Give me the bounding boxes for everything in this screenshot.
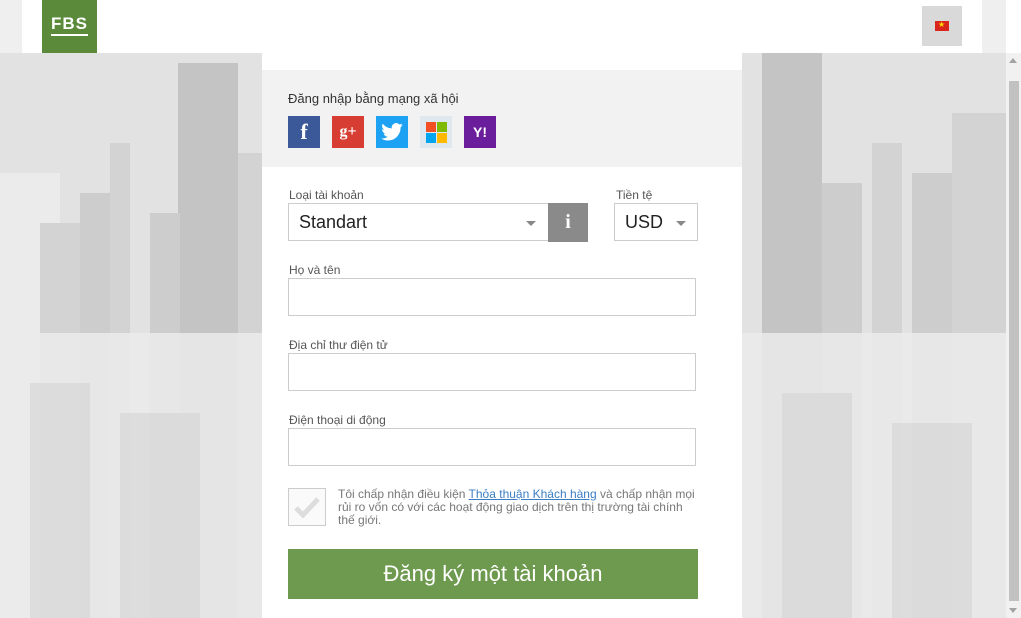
register-button[interactable]: Đăng ký một tài khoản <box>288 549 698 599</box>
phone-label: Điện thoại di động <box>289 413 386 427</box>
header-right-strip <box>982 0 1006 53</box>
social-login-section: Đăng nhập bằng mạng xã hội f g+ Y! <box>262 70 742 167</box>
google-plus-icon[interactable]: g+ <box>332 116 364 148</box>
info-icon: i <box>565 211 571 233</box>
phone-input[interactable] <box>288 428 696 466</box>
city-background-left <box>0 53 262 618</box>
account-info-button[interactable]: i <box>548 203 588 242</box>
terms-link[interactable]: Thỏa thuận Khách hàng <box>469 487 597 501</box>
twitter-bird-icon <box>381 123 403 141</box>
microsoft-icon[interactable] <box>420 116 452 148</box>
currency-value: USD <box>625 211 664 232</box>
yahoo-glyph: Y! <box>473 124 487 140</box>
scroll-down-arrow-icon[interactable] <box>1009 608 1017 613</box>
city-background-right <box>742 53 1006 618</box>
page-scrollbar[interactable] <box>1006 53 1021 618</box>
fullname-label: Họ và tên <box>289 263 341 277</box>
chevron-down-icon <box>526 221 536 226</box>
microsoft-logo-icon <box>425 121 447 143</box>
currency-label: Tiền tệ <box>616 188 653 202</box>
checkmark-icon <box>294 497 320 518</box>
email-label: Địa chỉ thư điện tử <box>289 338 388 352</box>
currency-select[interactable]: USD <box>614 203 698 241</box>
email-input[interactable] <box>288 353 696 391</box>
fullname-input[interactable] <box>288 278 696 316</box>
terms-prefix: Tôi chấp nhận điều kiện <box>338 487 469 501</box>
account-type-label: Loại tài khoản <box>289 188 364 202</box>
chevron-down-icon <box>676 221 686 226</box>
vietnam-flag-icon <box>935 20 949 31</box>
fbs-logo[interactable]: FBS <box>42 0 97 53</box>
language-selector-button[interactable] <box>922 6 962 46</box>
header-bar <box>22 0 982 53</box>
twitter-icon[interactable] <box>376 116 408 148</box>
scroll-thumb[interactable] <box>1009 81 1019 601</box>
yahoo-icon[interactable]: Y! <box>464 116 496 148</box>
scroll-up-arrow-icon[interactable] <box>1009 58 1017 63</box>
terms-checkbox[interactable] <box>288 488 326 526</box>
google-plus-glyph: g+ <box>339 123 357 140</box>
social-icons-row: f g+ Y! <box>288 116 496 148</box>
account-type-value: Standart <box>299 211 368 232</box>
facebook-icon[interactable]: f <box>288 116 320 148</box>
header-left-strip <box>0 0 22 53</box>
account-type-select[interactable]: Standart <box>288 203 549 241</box>
facebook-glyph: f <box>300 119 308 144</box>
logo-text: FBS <box>51 15 88 36</box>
terms-text: Tôi chấp nhận điều kiện Thỏa thuận Khách… <box>338 488 698 527</box>
social-login-title: Đăng nhập bằng mạng xã hội <box>288 91 459 106</box>
registration-panel: Đăng nhập bằng mạng xã hội f g+ Y! Loại … <box>262 70 742 618</box>
